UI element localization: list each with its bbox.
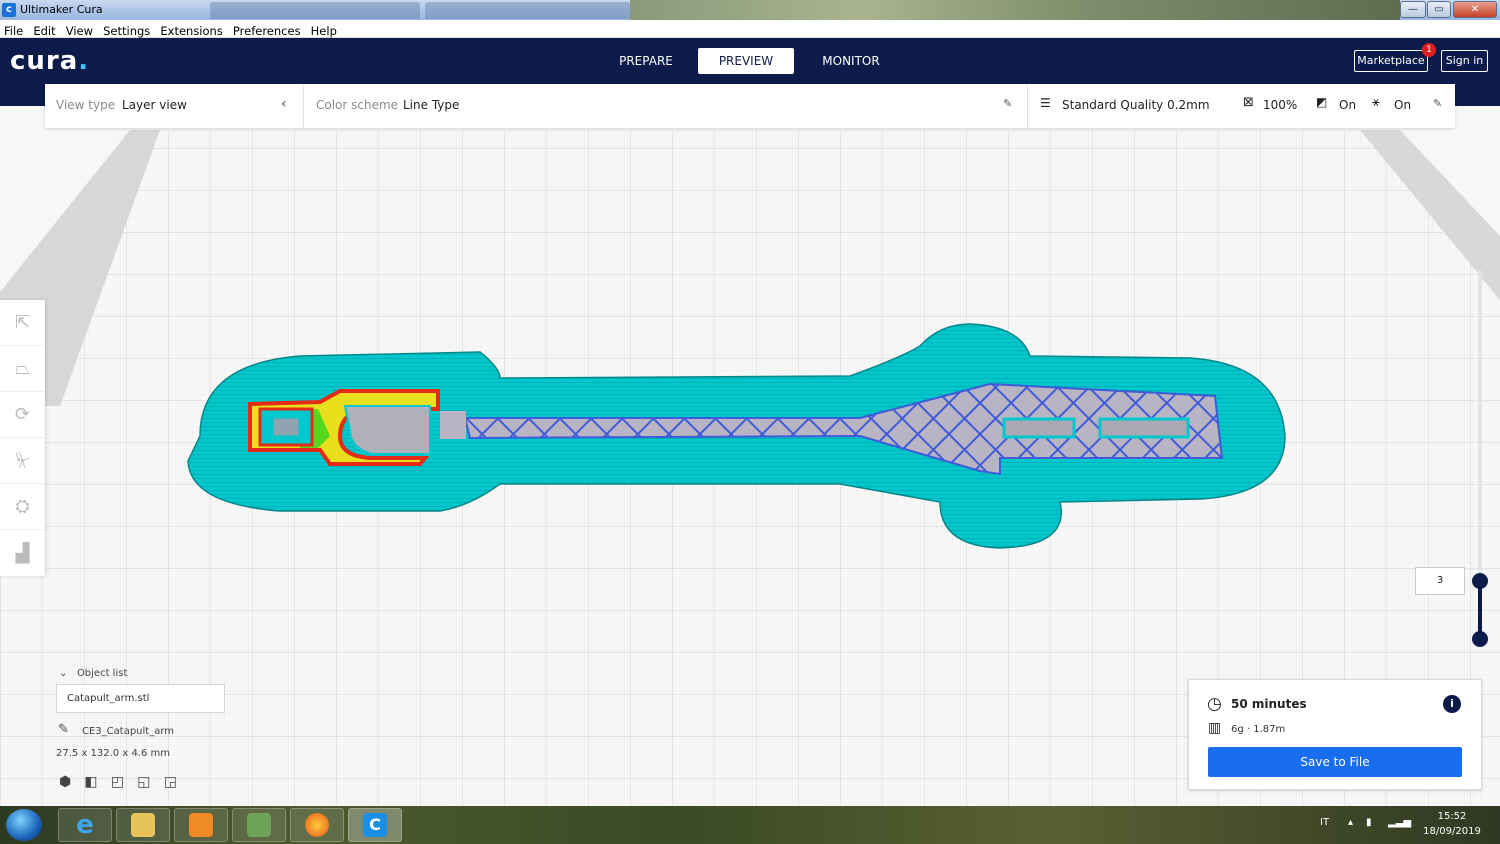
taskbar-explorer[interactable] bbox=[116, 808, 170, 842]
object-list-header[interactable]: ⌄ Object list bbox=[59, 668, 127, 679]
view-type-dropdown[interactable]: Layer view bbox=[122, 98, 187, 112]
power-icon[interactable]: ▮ bbox=[1366, 817, 1372, 828]
quality-profile[interactable]: Standard Quality 0.2mm bbox=[1062, 98, 1210, 112]
per-model-settings-icon: ⛭ bbox=[15, 496, 30, 517]
network-icon[interactable]: ▂▃▅ bbox=[1388, 817, 1411, 828]
view-type-label: View type bbox=[56, 98, 116, 112]
close-button[interactable]: ✕ bbox=[1453, 1, 1497, 18]
infill-value[interactable]: 100% bbox=[1263, 98, 1297, 112]
background-window-tab[interactable] bbox=[425, 2, 630, 19]
maximize-button[interactable]: ▭ bbox=[1427, 1, 1451, 18]
clock-icon: ◷ bbox=[1207, 694, 1222, 714]
info-icon[interactable]: i bbox=[1443, 695, 1461, 713]
print-information-panel: ◷ 50 minutes ▥ 6g · 1.87m i Save to File bbox=[1188, 679, 1482, 790]
layer-slider-lower-handle[interactable] bbox=[1472, 631, 1488, 647]
divider bbox=[303, 84, 304, 128]
pencil-icon[interactable]: ✎ bbox=[1433, 97, 1442, 110]
menu-view[interactable]: View bbox=[66, 24, 93, 38]
taskbar-cura[interactable]: C bbox=[348, 808, 402, 842]
menu-settings[interactable]: Settings bbox=[103, 24, 150, 38]
menu-extensions[interactable]: Extensions bbox=[160, 24, 222, 38]
language-indicator[interactable]: IT bbox=[1320, 817, 1329, 828]
material-icon: ▥ bbox=[1208, 720, 1222, 736]
rotate-tool-button[interactable]: ⟳ bbox=[0, 392, 45, 438]
scale-icon: ⏢ bbox=[15, 358, 30, 379]
taskbar-internet-explorer[interactable]: e bbox=[58, 808, 112, 842]
menu-file[interactable]: File bbox=[4, 24, 23, 38]
material-usage: 6g · 1.87m bbox=[1231, 724, 1286, 735]
save-to-file-button[interactable]: Save to File bbox=[1208, 747, 1462, 777]
start-button[interactable] bbox=[6, 809, 42, 841]
window-title: Ultimaker Cura bbox=[20, 3, 103, 16]
cura-app-icon: c bbox=[2, 3, 16, 17]
system-tray: IT ▴ ▮ ▂▃▅ 15:52 18/09/2019 bbox=[1310, 806, 1500, 844]
print-settings-bar: View type Layer view ‹ Color scheme Line… bbox=[45, 84, 1455, 128]
marketplace-notification-badge: 1 bbox=[1422, 43, 1436, 57]
object-list-panel: ⌄ Object list Catapult_arm.stl ✎ CE3_Cat… bbox=[55, 664, 315, 804]
move-icon: ⇱ bbox=[14, 312, 31, 333]
adhesion-icon: ⚹ bbox=[1372, 95, 1380, 110]
menu-bar: File Edit View Settings Extensions Prefe… bbox=[0, 20, 1500, 38]
front-view-icon[interactable]: ◧ bbox=[84, 774, 97, 790]
per-model-settings-button[interactable]: ⛭ bbox=[0, 484, 45, 530]
tab-prepare[interactable]: PREPARE bbox=[600, 48, 692, 74]
tab-monitor[interactable]: MONITOR bbox=[804, 48, 898, 74]
firefox-icon bbox=[305, 813, 329, 837]
divider bbox=[1027, 84, 1028, 128]
clock-time[interactable]: 15:52 bbox=[1422, 811, 1482, 822]
camera-view-buttons: ⬢ ◧ ◰ ◱ ◲ bbox=[59, 774, 187, 790]
adhesion-value[interactable]: On bbox=[1394, 98, 1411, 112]
scale-tool-button[interactable]: ⏢ bbox=[0, 346, 45, 392]
infill-icon: ⊠ bbox=[1243, 95, 1254, 110]
cura-logo: cura. bbox=[10, 46, 90, 76]
app-icon bbox=[247, 813, 271, 837]
background-window-tab[interactable] bbox=[210, 2, 420, 19]
support-value[interactable]: On bbox=[1339, 98, 1356, 112]
color-scheme-dropdown[interactable]: Line Type bbox=[403, 98, 459, 112]
job-name[interactable]: CE3_Catapult_arm bbox=[82, 726, 174, 737]
support-icon: ◩ bbox=[1316, 95, 1328, 109]
rotate-icon: ⟳ bbox=[14, 404, 31, 425]
object-list-item[interactable]: Catapult_arm.stl bbox=[56, 684, 225, 713]
print-time: 50 minutes bbox=[1231, 697, 1307, 711]
taskbar-firefox[interactable] bbox=[290, 808, 344, 842]
left-view-icon[interactable]: ◱ bbox=[137, 774, 150, 790]
window-titlebar: c Ultimaker Cura — ▭ ✕ bbox=[0, 0, 1500, 20]
right-view-icon[interactable]: ◲ bbox=[164, 774, 177, 790]
sign-in-button[interactable]: Sign in bbox=[1441, 50, 1488, 72]
current-layer-field[interactable]: 3 bbox=[1415, 567, 1465, 595]
media-player-icon bbox=[189, 813, 213, 837]
pencil-icon[interactable]: ✎ bbox=[1003, 97, 1012, 110]
menu-preferences[interactable]: Preferences bbox=[233, 24, 301, 38]
clock-date[interactable]: 18/09/2019 bbox=[1418, 826, 1486, 837]
internet-explorer-icon: e bbox=[76, 810, 94, 840]
windows-taskbar: e C IT ▴ ▮ ▂▃▅ 15:52 18/09/2019 bbox=[0, 806, 1500, 844]
menu-edit[interactable]: Edit bbox=[33, 24, 55, 38]
chevron-up-icon[interactable]: ▴ bbox=[1348, 817, 1353, 828]
desktop-background bbox=[630, 0, 1400, 20]
chevron-down-icon: ⌄ bbox=[59, 668, 68, 679]
cura-icon: C bbox=[363, 813, 387, 837]
taskbar-app[interactable] bbox=[232, 808, 286, 842]
left-toolbar: ⇱ ⏢ ⟳ ⏧ ⛭ ▟ bbox=[0, 300, 45, 576]
3d-view-icon[interactable]: ⬢ bbox=[59, 774, 71, 790]
folder-icon bbox=[131, 813, 155, 837]
chevron-left-icon[interactable]: ‹ bbox=[281, 96, 287, 112]
mirror-tool-button[interactable]: ⏧ bbox=[0, 438, 45, 484]
minimize-button[interactable]: — bbox=[1400, 1, 1426, 18]
move-tool-button[interactable]: ⇱ bbox=[0, 300, 45, 346]
marketplace-button[interactable]: Marketplace bbox=[1354, 50, 1428, 72]
support-blocker-icon: ▟ bbox=[15, 542, 30, 564]
support-blocker-button[interactable]: ▟ bbox=[0, 530, 45, 576]
model-dimensions: 27.5 x 132.0 x 4.6 mm bbox=[56, 748, 171, 759]
layer-slider-upper-handle[interactable] bbox=[1472, 573, 1488, 589]
mirror-icon: ⏧ bbox=[15, 450, 30, 471]
quality-icon: ☰ bbox=[1040, 96, 1051, 110]
color-scheme-label: Color scheme bbox=[316, 98, 399, 112]
tab-preview[interactable]: PREVIEW bbox=[698, 48, 794, 74]
pencil-icon[interactable]: ✎ bbox=[58, 722, 69, 737]
top-view-icon[interactable]: ◰ bbox=[111, 774, 124, 790]
menu-help[interactable]: Help bbox=[311, 24, 337, 38]
taskbar-media-player[interactable] bbox=[174, 808, 228, 842]
